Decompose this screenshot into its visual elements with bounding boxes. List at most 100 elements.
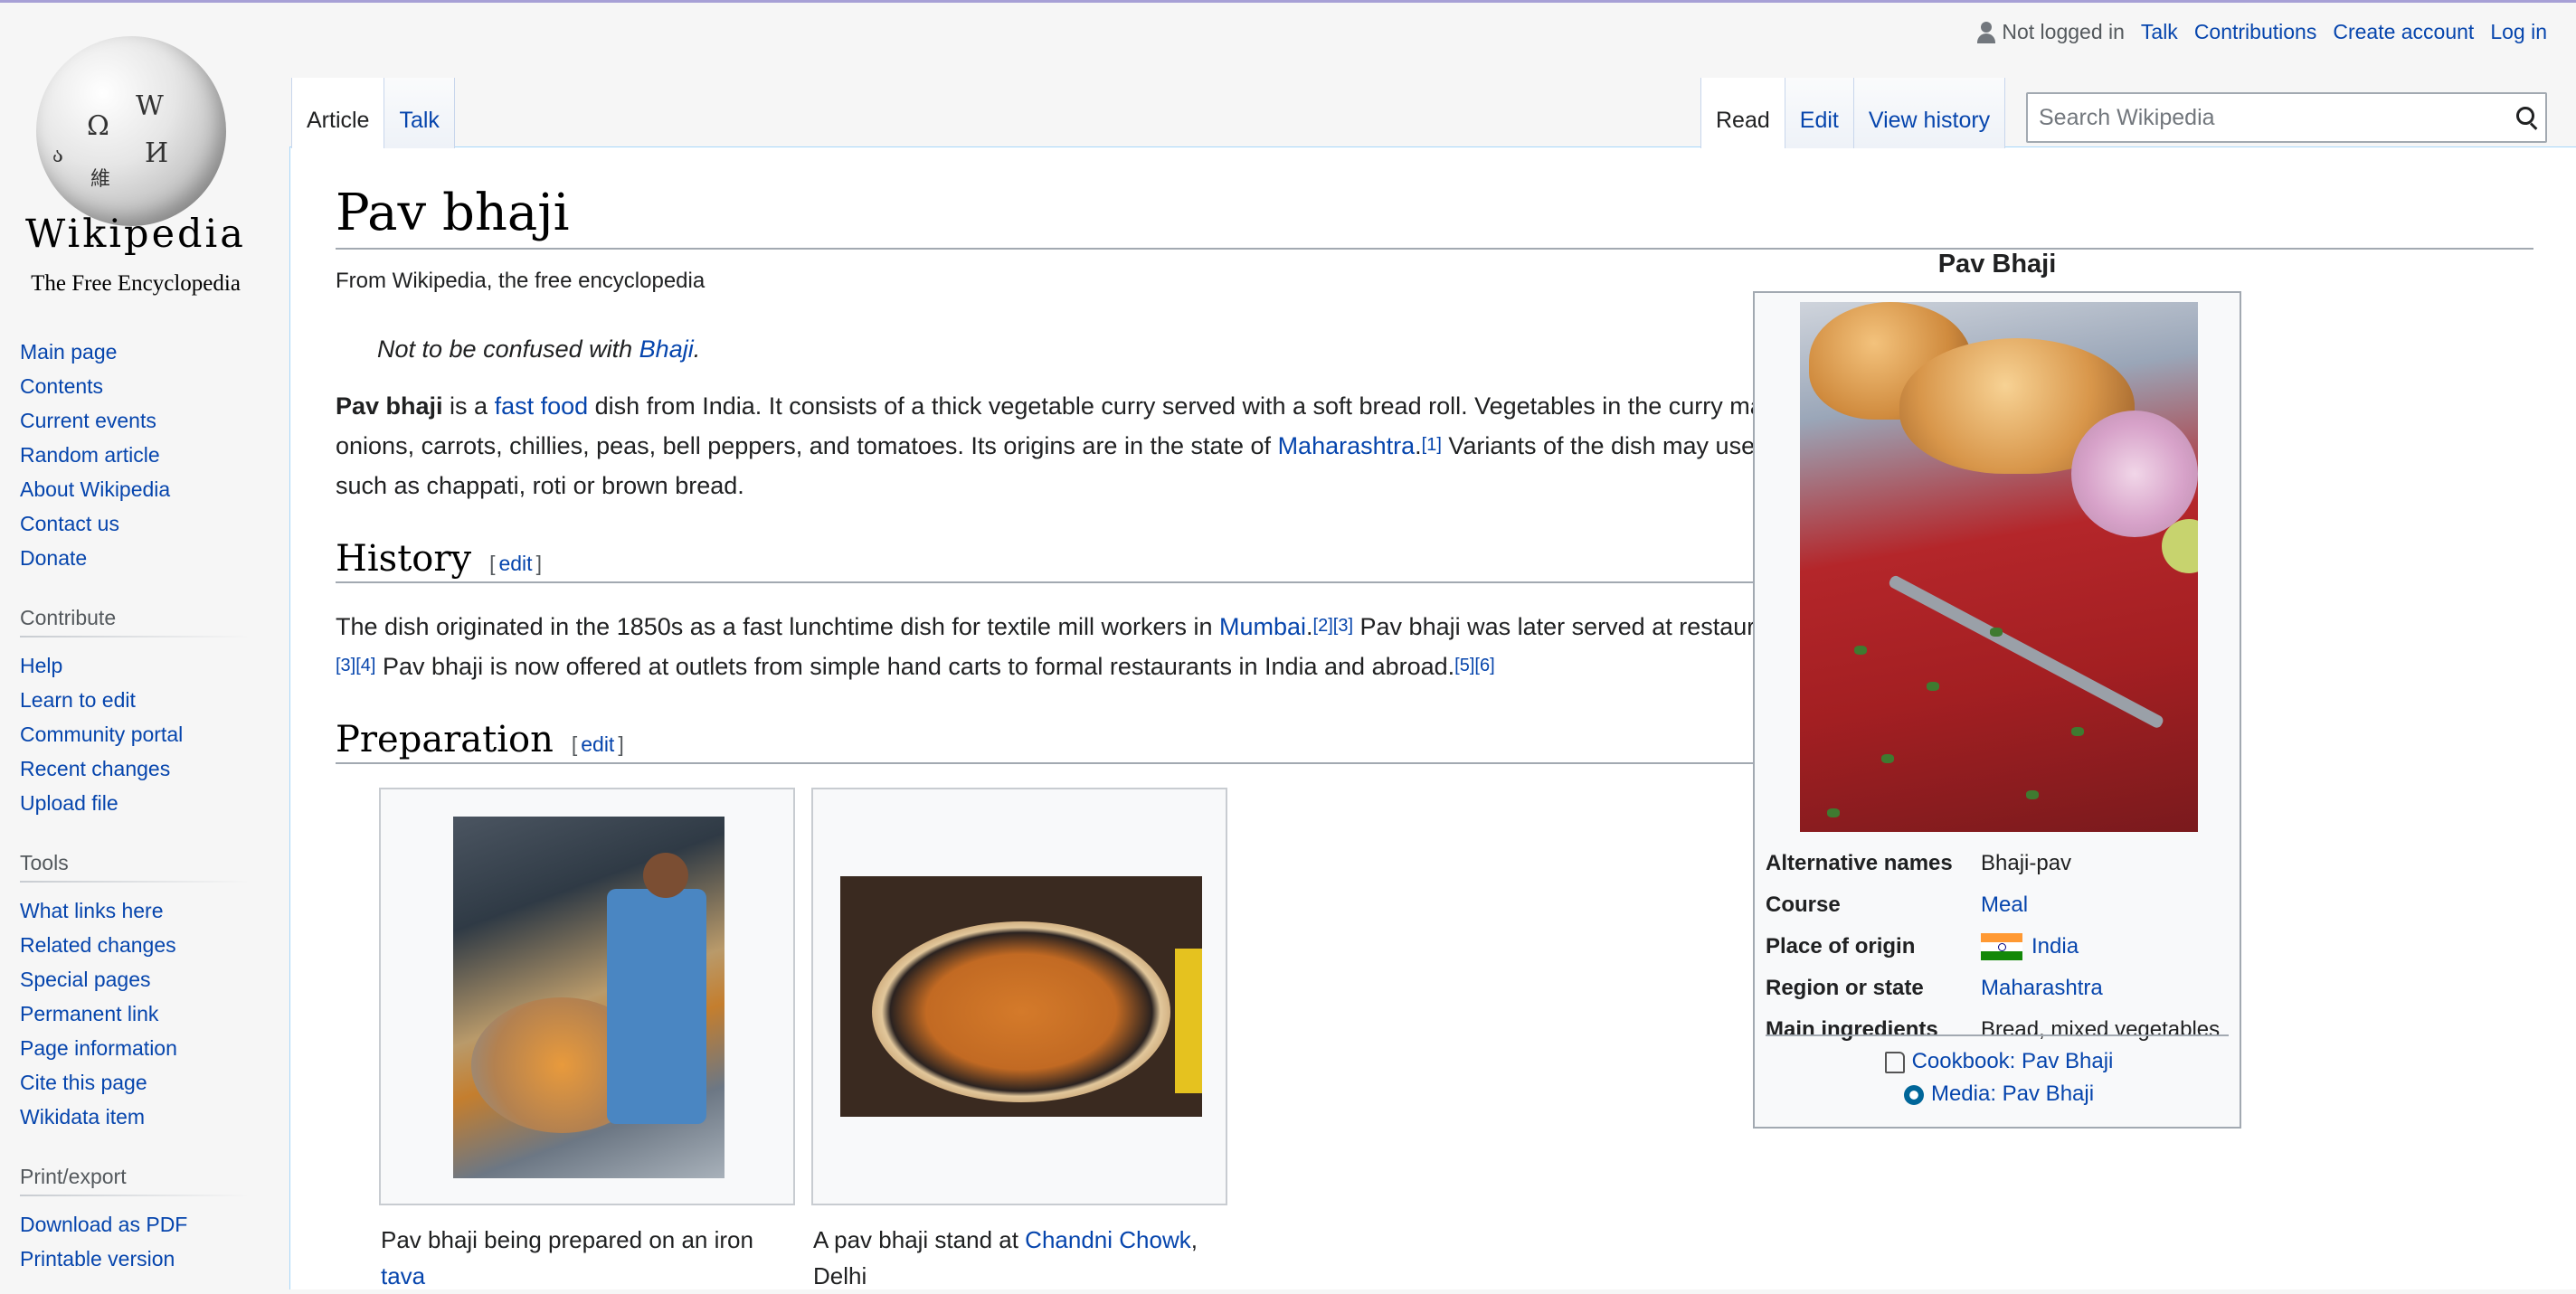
- infobox-value: Bhaji-pav: [1981, 851, 2072, 875]
- infobox-label: Course: [1766, 893, 1841, 917]
- hatnote-end: .: [693, 335, 701, 363]
- media-link-row: Media: Pav Bhaji: [1755, 1081, 2243, 1107]
- contribute-heading: Contribute: [20, 606, 250, 638]
- link-maharashtra[interactable]: Maharashtra: [1278, 432, 1416, 459]
- sidebar-item-recent-changes[interactable]: Recent changes: [20, 751, 255, 786]
- infobox-label: Place of origin: [1766, 934, 1916, 959]
- preparation-heading-title: Preparation: [336, 719, 554, 760]
- tagline: The Free Encyclopedia: [31, 271, 241, 296]
- infobox-label: Alternative names: [1766, 851, 1953, 875]
- ref-2[interactable]: [2]: [1313, 616, 1333, 636]
- hatnote: Not to be confused with Bhaji.: [377, 335, 700, 364]
- wordmark: Wikipedia: [25, 212, 246, 257]
- create-account-link[interactable]: Create account: [2333, 20, 2474, 44]
- tab-edit[interactable]: Edit: [1785, 78, 1854, 148]
- infobox-separator: [1766, 1034, 2229, 1036]
- tab-talk[interactable]: Talk: [384, 78, 455, 148]
- sidebar-item-help[interactable]: Help: [20, 648, 255, 683]
- hatnote-link-bhaji[interactable]: Bhaji: [639, 335, 694, 363]
- sidebar-item-main-page[interactable]: Main page: [20, 335, 255, 369]
- page-title: Pav bhaji: [336, 184, 2533, 250]
- history-edit-link[interactable]: edit: [498, 552, 532, 575]
- pav-bhaji-dish-image[interactable]: [1800, 302, 2198, 832]
- history-text-1: The dish originated in the 1850s as a fa…: [336, 613, 1219, 640]
- personal-tools: Not logged in Talk Contributions Create …: [1976, 20, 2547, 44]
- navigation-portlet: Main page Contents Current events Random…: [20, 335, 255, 575]
- sidebar-item-community-portal[interactable]: Community portal: [20, 717, 255, 751]
- user-talk-link[interactable]: Talk: [2141, 20, 2178, 44]
- edit-bracket-close: ]: [535, 552, 542, 575]
- gallery-caption-1: Pav bhaji being prepared on an iron tava: [381, 1222, 797, 1294]
- gallery-image-box-2[interactable]: [811, 788, 1227, 1205]
- search-icon[interactable]: [2516, 107, 2536, 127]
- sidebar-item-download-pdf[interactable]: Download as PDF: [20, 1207, 255, 1242]
- infobox-row-ingredients: Main ingredients Bread, mixed vegetables: [1766, 1009, 2220, 1051]
- link-india[interactable]: India: [2031, 934, 2079, 959]
- sidebar-item-page-information[interactable]: Page information: [20, 1031, 255, 1065]
- media-link[interactable]: Media: Pav Bhaji: [1931, 1081, 2094, 1106]
- sidebar-item-contents[interactable]: Contents: [20, 369, 255, 403]
- sidebar-item-what-links-here[interactable]: What links here: [20, 893, 255, 928]
- ref-1[interactable]: [1]: [1422, 435, 1442, 455]
- caption-text-1: Pav bhaji being prepared on an iron: [381, 1226, 753, 1253]
- link-meal[interactable]: Meal: [1981, 893, 2028, 918]
- link-chandni-chowk[interactable]: Chandni Chowk: [1025, 1226, 1191, 1253]
- wikibooks-icon: [1884, 1051, 1905, 1073]
- sidebar-item-current-events[interactable]: Current events: [20, 403, 255, 438]
- history-heading-title: History: [336, 538, 472, 580]
- infobox-row-origin: Place of origin India: [1766, 926, 2079, 968]
- contributions-link[interactable]: Contributions: [2194, 20, 2317, 44]
- commons-icon: [1903, 1084, 1924, 1105]
- sidebar-item-donate[interactable]: Donate: [20, 541, 255, 575]
- login-link[interactable]: Log in: [2490, 20, 2547, 44]
- sidebar-item-wikidata-item[interactable]: Wikidata item: [20, 1100, 255, 1134]
- intro-text-1: is a: [442, 392, 495, 420]
- link-tava[interactable]: tava: [381, 1262, 425, 1289]
- edit-bracket-open: [: [571, 732, 578, 756]
- tab-article[interactable]: Article: [292, 78, 385, 148]
- sidebar-item-cite-this-page[interactable]: Cite this page: [20, 1065, 255, 1100]
- cook-preparing-image[interactable]: [453, 817, 724, 1178]
- link-mumbai[interactable]: Mumbai: [1219, 613, 1306, 640]
- infobox-row-alt-names: Alternative names Bhaji-pav: [1766, 843, 2071, 884]
- sidebar-item-printable-version[interactable]: Printable version: [20, 1242, 255, 1276]
- infobox-label: Region or state: [1766, 976, 1924, 1000]
- sidebar-item-random-article[interactable]: Random article: [20, 438, 255, 472]
- sidebar-item-related-changes[interactable]: Related changes: [20, 928, 255, 962]
- infobox-row-region: Region or state Maharashtra: [1766, 968, 2103, 1009]
- sidebar-item-permanent-link[interactable]: Permanent link: [20, 996, 255, 1031]
- cookbook-link-row: Cookbook: Pav Bhaji: [1755, 1049, 2243, 1074]
- caption-text-2: A pav bhaji stand at: [813, 1226, 1026, 1253]
- namespace-tabs: Article Talk: [291, 78, 455, 148]
- ref-4[interactable]: [4]: [355, 656, 375, 675]
- preparation-edit-link[interactable]: edit: [581, 732, 614, 756]
- history-text-4: Pav bhaji is now offered at outlets from…: [375, 653, 1455, 680]
- ref-3[interactable]: [3]: [1333, 616, 1353, 636]
- search-input[interactable]: [2028, 94, 2502, 141]
- sidebar-item-special-pages[interactable]: Special pages: [20, 962, 255, 996]
- wikipedia-logo[interactable]: Ω W И 維 ა Wikipedia The Free Encyclopedi…: [0, 18, 271, 296]
- link-maharashtra-infobox[interactable]: Maharashtra: [1981, 976, 2103, 1001]
- ref-3b[interactable]: [3]: [336, 656, 355, 675]
- pav-bhaji-stand-image[interactable]: [840, 876, 1202, 1117]
- hatnote-text: Not to be confused with: [377, 335, 639, 363]
- infobox: Alternative names Bhaji-pav Course Meal …: [1753, 291, 2241, 1129]
- ref-5[interactable]: [5]: [1454, 656, 1474, 675]
- gallery-caption-2: A pav bhaji stand at Chandni Chowk, Delh…: [813, 1222, 1229, 1294]
- infobox-label: Main ingredients: [1766, 1017, 1938, 1042]
- gallery-image-box-1[interactable]: [379, 788, 795, 1205]
- sidebar-item-learn-to-edit[interactable]: Learn to edit: [20, 683, 255, 717]
- ref-6[interactable]: [6]: [1474, 656, 1494, 675]
- tab-view-history[interactable]: View history: [1853, 78, 2006, 148]
- sidebar-item-upload-file[interactable]: Upload file: [20, 786, 255, 820]
- login-status-text: Not logged in: [2002, 20, 2125, 43]
- sidebar: Main page Contents Current events Random…: [20, 335, 255, 1276]
- print-heading: Print/export: [20, 1165, 250, 1196]
- sidebar-item-contact[interactable]: Contact us: [20, 506, 255, 541]
- infobox-row-course: Course Meal: [1766, 884, 2028, 926]
- tab-read[interactable]: Read: [1701, 78, 1785, 148]
- link-fast-food[interactable]: fast food: [495, 392, 589, 420]
- sidebar-item-about[interactable]: About Wikipedia: [20, 472, 255, 506]
- history-edit-wrapper: [edit]: [489, 552, 542, 576]
- cookbook-link[interactable]: Cookbook: Pav Bhaji: [1912, 1049, 2114, 1073]
